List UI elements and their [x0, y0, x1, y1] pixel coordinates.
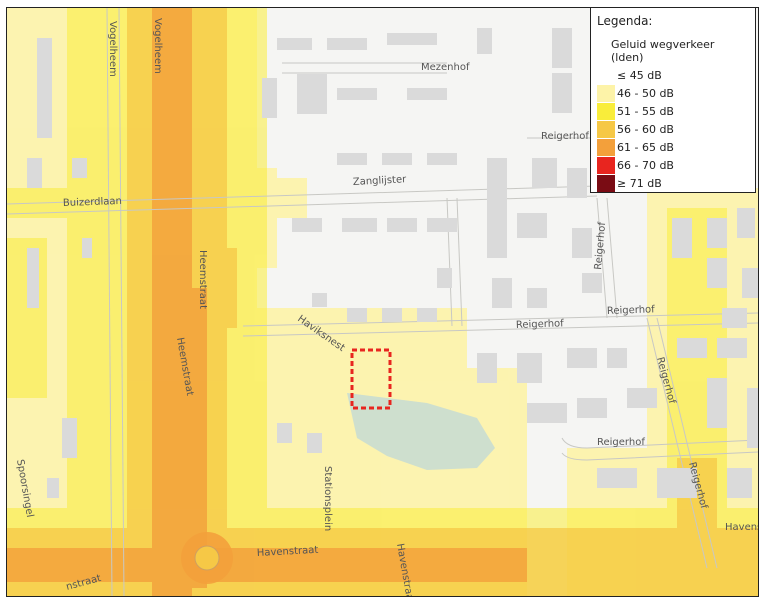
legend-label-2: 51 - 55 dB [617, 104, 674, 118]
legend-row: ≤ 45 dB [597, 66, 749, 84]
legend-row: 46 - 50 dB [597, 84, 749, 102]
legend-swatch-0 [597, 66, 615, 84]
legend-label-1: 46 - 50 dB [617, 86, 674, 100]
street-label-reigerhof-ne: Reigerhof [541, 131, 589, 142]
legend-swatch-6 [597, 174, 615, 192]
street-label-buizerdlaan: Buizerdlaan [63, 196, 122, 209]
legend-row: 51 - 55 dB [597, 102, 749, 120]
map-legend: Legenda: Geluid wegverkeer (lden) ≤ 45 d… [590, 7, 756, 193]
legend-title: Legenda: [597, 14, 653, 28]
legend-swatch-2 [597, 102, 615, 120]
legend-label-4: 61 - 65 dB [617, 140, 674, 154]
street-label-reigerhof-south: Reigerhof [597, 437, 645, 448]
legend-label-3: 56 - 60 dB [617, 122, 674, 136]
street-label-stationsplein: Stationsplein [322, 466, 333, 531]
street-label-reigerhof-right: Reigerhof [607, 304, 656, 317]
legend-row: ≥ 71 dB [597, 174, 749, 192]
legend-swatch-5 [597, 156, 615, 174]
roundabout [181, 532, 233, 584]
legend-swatch-4 [597, 138, 615, 156]
street-label-mezenhof: Mezenhof [421, 62, 470, 73]
street-label-vogelheem-1: Vogelheem [107, 21, 118, 77]
street-label-heemstraat-1: Heemstraat [197, 250, 208, 309]
legend-swatch-1 [597, 84, 615, 102]
street-label-havenstraat-4: Havens [725, 522, 758, 533]
legend-subtitle: Geluid wegverkeer (lden) [611, 38, 715, 64]
legend-row: 61 - 65 dB [597, 138, 749, 156]
street-label-reigerhof-mid: Reigerhof [516, 318, 565, 331]
legend-label-0: ≤ 45 dB [617, 68, 662, 82]
legend-row: 66 - 70 dB [597, 156, 749, 174]
legend-swatch-3 [597, 120, 615, 138]
legend-label-6: ≥ 71 dB [617, 176, 662, 190]
legend-row: 56 - 60 dB [597, 120, 749, 138]
street-label-vogelheem-2: Vogelheem [152, 18, 163, 74]
legend-label-5: 66 - 70 dB [617, 158, 674, 172]
